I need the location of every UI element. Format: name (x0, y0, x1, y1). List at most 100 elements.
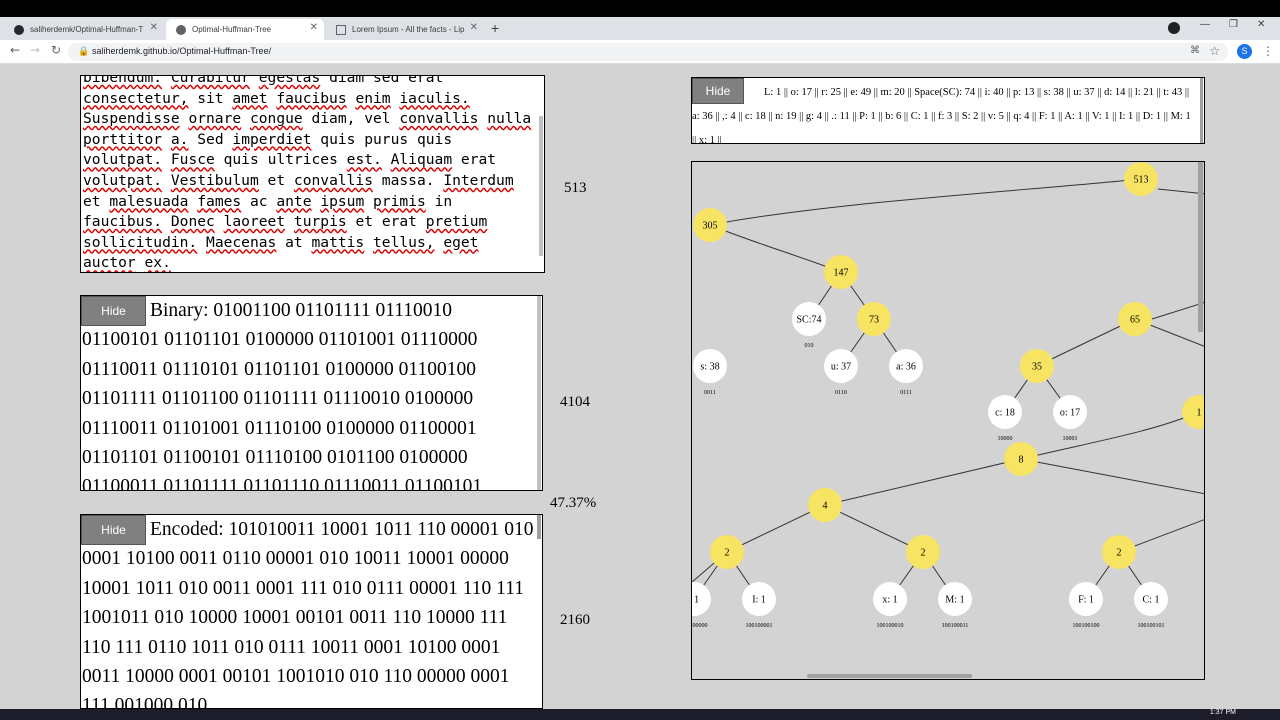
browser-toolbar: ← → ↻ 🔒 saliherdemk.github.io/Optimal-Hu… (0, 40, 1280, 64)
tree-node-label: 305 (703, 221, 718, 232)
tree-leaf-node: C: 1 100100101 (1134, 582, 1168, 629)
codes-hide-button[interactable]: Hide (692, 78, 744, 104)
tree-node-label: 8 (1019, 455, 1024, 466)
tree-edge (709, 178, 1142, 226)
tree-node-label: F: 1 (1078, 595, 1094, 606)
tree-leaf-node: x: 1 100100010 (873, 582, 907, 629)
taskbar-clock: 1:37 PM (1209, 709, 1236, 716)
tree-node-label: x: 1 (882, 595, 897, 606)
forward-icon[interactable]: → (30, 43, 40, 57)
address-bar[interactable]: 🔒 saliherdemk.github.io/Optimal-Huffman-… (68, 43, 1228, 61)
tree-node-code: 0111 (900, 390, 912, 396)
tree-node-label: 2 (1117, 548, 1122, 559)
tree-node-label: M: 1 (945, 595, 964, 606)
input-text: bibendum. Curabitur egestas diam sed era… (83, 75, 532, 272)
binary-bit-count: 4104 (560, 394, 590, 410)
binary-text: Binary: 01001100 01101111 01110010 01100… (82, 300, 483, 491)
tree-node-code: 010 (805, 343, 814, 349)
encoded-scrollbar[interactable] (537, 515, 541, 539)
encoded-hide-button[interactable]: Hide (81, 515, 146, 545)
tree-internal-node: 8 (1004, 442, 1038, 476)
chrome-profile-icon[interactable] (1168, 22, 1180, 34)
back-icon[interactable]: ← (10, 43, 20, 57)
binary-scrollbar[interactable] (537, 296, 541, 490)
tree-internal-node: 1 (1182, 395, 1204, 429)
close-icon[interactable]: ✕ (150, 22, 158, 33)
encoded-text: Encoded: 101010011 10001 1011 110 00001 … (82, 519, 534, 709)
tree-node-label: 4 (823, 501, 828, 512)
tree-node-label: 2 (725, 548, 730, 559)
tree-node-label: 2 (921, 548, 926, 559)
tree-internal-node: 35 (1020, 349, 1054, 383)
tree-node-label: 65 (1130, 315, 1140, 326)
frequency-text: L: 1 || o: 17 || r: 25 || e: 49 || m: 20… (692, 87, 1191, 144)
tree-node-label: 1 (1197, 408, 1202, 419)
browser-tab-strip: saliherdemk/Optimal-Huffman-T ✕ Optimal-… (0, 17, 1280, 40)
tree-node-label: SC:74 (796, 315, 821, 326)
tree-edge (709, 224, 842, 273)
maximize-icon[interactable]: ❐ (1229, 19, 1238, 30)
tree-node-label: a: 36 (896, 362, 916, 373)
tree-leaf-node: M: 1 100100011 (938, 582, 972, 629)
window-close-icon[interactable]: ✕ (1257, 19, 1265, 30)
tree-leaf-node: o: 17 10001 (1053, 395, 1087, 442)
tree-node-code: 10001 (1063, 436, 1078, 442)
tree-internal-node: 305 (693, 208, 727, 242)
tree-node-code: 0110 (835, 390, 847, 396)
tree-edge (1020, 458, 1204, 495)
binary-hide-button[interactable]: Hide (81, 296, 146, 326)
char-count: 513 (564, 180, 587, 196)
tree-internal-node: 4 (808, 488, 842, 522)
tree-internal-node: 513 (1124, 162, 1158, 196)
tree-horizontal-scrollbar[interactable] (807, 674, 972, 678)
tree-node-code: 100100100 (1073, 623, 1100, 629)
tree-leaf-node: s: 38 0011 (693, 349, 727, 396)
tab-github[interactable]: saliherdemk/Optimal-Huffman-T ✕ (4, 19, 164, 40)
tree-node-label: 147 (834, 268, 849, 279)
os-taskbar (0, 709, 1280, 720)
tree-internal-node: 2 (710, 535, 744, 569)
input-textarea[interactable]: bibendum. Curabitur egestas diam sed era… (80, 75, 545, 273)
tree-leaf-node: : 1 100100000 (692, 582, 711, 629)
tree-internal-node: 2 (1102, 535, 1136, 569)
tree-node-label: C: 1 (1143, 595, 1160, 606)
tree-leaf-node: F: 1 100100100 (1069, 582, 1103, 629)
tree-node-code: 100100101 (1138, 623, 1165, 629)
textarea-scrollbar[interactable] (539, 116, 543, 256)
binary-panel: Binary: 01001100 01101111 01110010 01100… (80, 295, 543, 491)
tree-node-code: 100100000 (692, 623, 708, 629)
translate-icon[interactable]: ⌘ (1190, 45, 1200, 56)
tree-vertical-scrollbar[interactable] (1198, 162, 1203, 332)
frequency-codes-panel: L: 1 || o: 17 || r: 25 || e: 49 || m: 20… (691, 77, 1205, 144)
encoded-bit-count: 2160 (560, 612, 590, 628)
compression-ratio: 47.37% (550, 495, 597, 511)
tree-node-label: c: 18 (995, 408, 1015, 419)
close-icon[interactable]: ✕ (310, 22, 318, 33)
kebab-menu-icon[interactable]: ⋮ (1262, 44, 1274, 58)
profile-avatar[interactable]: S (1237, 44, 1252, 59)
tree-node-code: 100100001 (746, 623, 773, 629)
github-icon (14, 24, 24, 35)
tree-node-label: 35 (1032, 362, 1042, 373)
tab-lorem-ipsum[interactable]: Lorem Ipsum - All the facts - Lip ✕ (326, 19, 484, 40)
tree-node-code: 0011 (704, 390, 716, 396)
tree-internal-node: 65 (1118, 302, 1152, 336)
tree-node-label: 513 (1134, 175, 1149, 186)
tree-node-label: o: 17 (1060, 408, 1080, 419)
lock-icon: 🔒 (78, 46, 90, 56)
tree-internal-node: 147 (824, 255, 858, 289)
tab-optimal-huffman-tree[interactable]: Optimal-Huffman-Tree ✕ (166, 19, 324, 40)
huffman-tree-viewport[interactable]: 513 305 147 SC:74 010 73 s: 38 0011 u: 37 0110 a: … (691, 161, 1205, 680)
bookmark-star-icon[interactable]: ☆ (1209, 44, 1220, 59)
close-icon[interactable]: ✕ (470, 22, 478, 33)
os-top-bar (0, 0, 1280, 17)
tree-node-circle (1182, 395, 1204, 429)
tree-internal-node: 2 (906, 535, 940, 569)
minimize-icon[interactable]: — (1200, 19, 1210, 30)
tree-node-code: 10000 (998, 436, 1013, 442)
tree-node-code: 100100011 (942, 623, 969, 629)
new-tab-icon[interactable]: + (491, 20, 499, 36)
tree-edge (1020, 411, 1200, 460)
reload-icon[interactable]: ↻ (51, 43, 61, 57)
codes-scrollbar[interactable] (1200, 78, 1203, 143)
